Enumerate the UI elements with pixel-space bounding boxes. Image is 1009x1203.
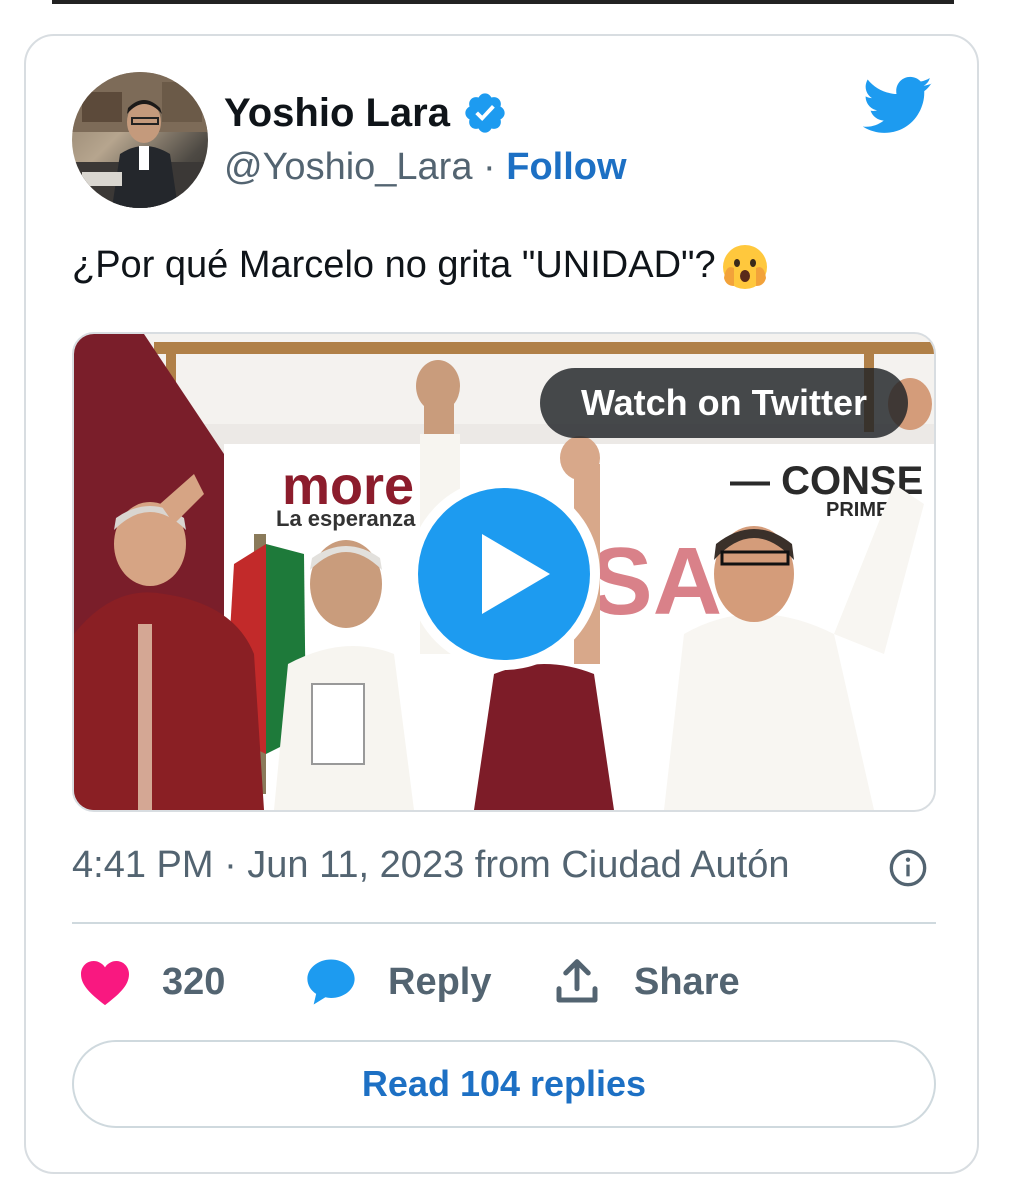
like-count: 320 — [162, 960, 226, 1003]
avatar[interactable] — [72, 72, 208, 208]
reply-bubble-icon — [307, 959, 355, 1005]
handle-row: @Yoshio_Lara · Follow — [224, 146, 627, 189]
follow-link[interactable]: Follow — [506, 146, 626, 188]
play-icon[interactable] — [404, 474, 604, 674]
twitter-bird-icon[interactable] — [863, 76, 933, 136]
display-name[interactable]: Yoshio Lara — [224, 91, 450, 136]
watch-on-twitter-button[interactable]: Watch on Twitter — [540, 368, 908, 438]
like-button[interactable]: 320 — [78, 952, 225, 1012]
tweet-text-content: ¿Por qué Marcelo no grita "UNIDAD"? — [72, 244, 716, 287]
divider — [72, 922, 936, 924]
author-name-row: Yoshio Lara — [224, 90, 508, 136]
face-with-hand-over-mouth-emoji — [722, 245, 767, 289]
verified-badge-icon — [465, 93, 505, 133]
share-button[interactable]: Share — [550, 952, 740, 1012]
tweet-timestamp[interactable]: 4:41 PM · Jun 11, 2023 from Ciudad Autón — [72, 844, 936, 887]
info-icon[interactable] — [888, 848, 928, 888]
reply-button[interactable]: Reply — [304, 952, 491, 1012]
top-rule — [52, 0, 954, 4]
action-bar: 320 Reply Share — [72, 952, 936, 1012]
heart-icon — [81, 961, 129, 1006]
share-icon — [556, 959, 598, 1003]
reply-label: Reply — [388, 960, 492, 1003]
timestamp-text[interactable]: 4:41 PM · Jun 11, 2023 from Ciudad Autón — [72, 844, 790, 886]
video-thumbnail[interactable]: more La esperanza d — CONSE PRIMERA OSA — [72, 332, 936, 812]
handle[interactable]: @Yoshio_Lara — [224, 146, 472, 188]
read-replies-button[interactable]: Read 104 replies — [72, 1040, 936, 1128]
tweet-text: ¿Por qué Marcelo no grita "UNIDAD"? — [72, 242, 770, 292]
tweet-card[interactable]: Yoshio Lara @Yoshio_Lara · Follow ¿Por q… — [24, 34, 979, 1174]
handle-separator: · — [472, 146, 507, 188]
share-label: Share — [634, 960, 740, 1003]
